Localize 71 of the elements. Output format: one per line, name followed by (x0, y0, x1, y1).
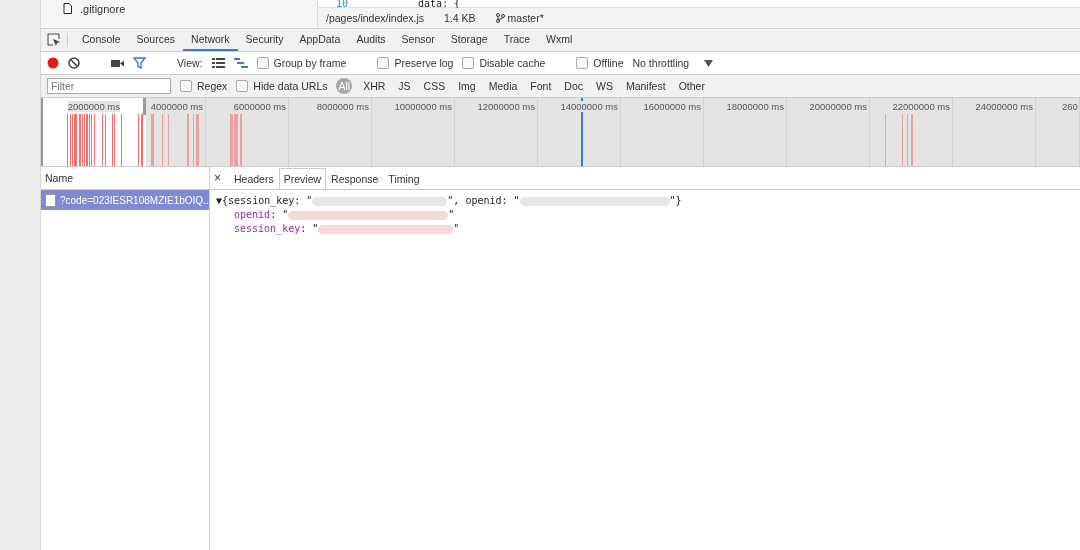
panel-tab[interactable]: Audits (348, 29, 394, 51)
json-text: {session_key: " (222, 194, 313, 208)
panel-tab[interactable]: AppData (291, 29, 349, 51)
time-tick: 12000000 ms (477, 101, 535, 112)
checkbox[interactable]: Hide data URLs (236, 80, 328, 92)
dropdown-caret-icon[interactable] (704, 59, 714, 67)
time-tick: 22000000 ms (892, 101, 950, 112)
throttling-select[interactable]: No throttling (632, 57, 690, 69)
time-tick: 16000000 ms (643, 101, 701, 112)
type-filter[interactable]: Font (528, 78, 554, 94)
filter-icon[interactable] (133, 57, 146, 69)
time-tick: 20000000 ms (809, 101, 867, 112)
json-text: : " (270, 208, 289, 222)
file-name[interactable]: .gitignore (80, 3, 126, 15)
time-tick: 18000000 ms (726, 101, 784, 112)
json-text: : " (300, 222, 319, 234)
time-tick: 4000000 ms (150, 101, 203, 112)
record-icon[interactable] (47, 57, 59, 69)
time-tick: 8000000 ms (316, 101, 369, 112)
json-text: "} (669, 194, 682, 208)
close-button[interactable]: × (214, 167, 229, 189)
json-text: " (448, 208, 455, 222)
type-filter[interactable]: XHR (361, 78, 388, 94)
branch-name[interactable]: master* (507, 12, 544, 24)
property-key: openid (234, 208, 271, 222)
json-text: ", openid: " (447, 194, 520, 208)
detail-tab[interactable]: Preview (278, 168, 327, 189)
panel-tab[interactable]: Console (74, 29, 129, 51)
time-tick: 260 (1062, 101, 1078, 112)
waterfall-icon[interactable] (233, 58, 248, 68)
time-tick: 10000000 ms (394, 101, 452, 112)
list-view-icon[interactable] (211, 58, 225, 68)
property-key: session_key (234, 222, 301, 236)
panel-tab[interactable]: Sources (128, 29, 184, 51)
file-path: /pages/index/index.js (326, 12, 425, 24)
type-filter[interactable]: Media (486, 78, 520, 94)
detail-tab[interactable]: Timing (383, 168, 425, 189)
checkbox[interactable]: Preserve log (377, 57, 454, 69)
checkbox[interactable]: Regex (180, 80, 228, 92)
branch-icon (495, 13, 505, 23)
type-filter[interactable]: WS (594, 78, 615, 94)
panel-tab[interactable]: Trace (495, 29, 539, 51)
type-filter[interactable]: Img (456, 78, 478, 94)
panel-tab[interactable]: Sensor (393, 29, 443, 51)
detail-tab[interactable]: Response (326, 168, 384, 189)
panel-tab[interactable]: Security (237, 29, 292, 51)
filter-field[interactable]: Filter (47, 78, 171, 94)
type-filter[interactable]: Other (676, 78, 707, 94)
panel-tab[interactable]: Wxml (538, 29, 581, 51)
type-filter[interactable]: Manifest (623, 78, 668, 94)
camera-icon[interactable] (111, 58, 124, 68)
time-tick: 2000000 ms (67, 101, 120, 112)
clear-icon[interactable] (68, 57, 80, 69)
inspect-icon[interactable] (47, 33, 61, 47)
type-filter[interactable]: JS (396, 78, 413, 94)
checkbox[interactable]: Group by frame (256, 57, 347, 69)
expand-toggle[interactable]: ▼ (216, 194, 223, 208)
line-number: 10 (334, 0, 348, 7)
detail-tab[interactable]: Headers (229, 168, 279, 189)
time-tick: 6000000 ms (233, 101, 286, 112)
checkbox[interactable]: Offline (576, 57, 624, 69)
panel-tab[interactable]: Storage (442, 29, 496, 51)
view-label: View: (177, 57, 203, 69)
type-filter[interactable]: Doc (562, 78, 585, 94)
file-size: 1.4 KB (444, 12, 476, 24)
type-filter[interactable]: CSS (421, 78, 448, 94)
time-tick: 24000000 ms (975, 101, 1033, 112)
file-icon (63, 3, 72, 14)
time-tick: 14000000 ms (560, 101, 618, 112)
checkbox[interactable]: Disable cache (462, 57, 546, 69)
json-text: " (453, 222, 460, 236)
